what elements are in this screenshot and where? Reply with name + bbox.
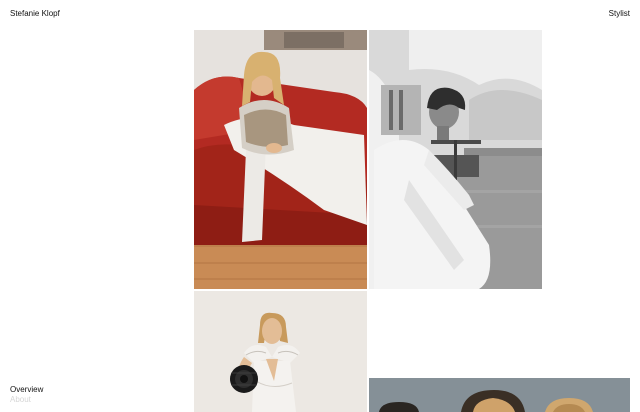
gallery-photo-sofa[interactable] <box>194 30 367 289</box>
nav-about-link[interactable]: About <box>10 395 31 405</box>
photo-sofa-image <box>194 30 367 289</box>
gallery-photo-ship[interactable] <box>369 30 542 289</box>
section-label: Stylist <box>608 9 630 18</box>
photo-ship-image <box>369 30 542 289</box>
site-name[interactable]: Stefanie Klopf <box>10 9 60 19</box>
gallery-photo-dress[interactable] <box>194 291 367 412</box>
portfolio-page: Stefanie Klopf Stylist Overview About <box>0 0 640 412</box>
gallery-photo-group[interactable] <box>369 378 630 412</box>
photo-dress-image <box>194 291 367 412</box>
photo-group-image <box>369 378 630 412</box>
nav-overview-link[interactable]: Overview <box>10 385 43 395</box>
